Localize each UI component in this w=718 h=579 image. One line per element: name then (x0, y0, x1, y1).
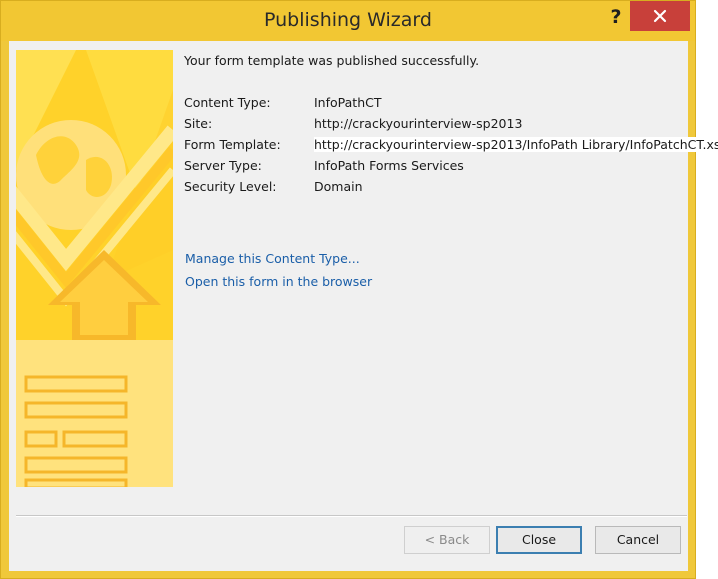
close-window-button[interactable] (630, 1, 690, 31)
wizard-banner-image (16, 50, 173, 487)
detail-label: Content Type: (184, 95, 271, 110)
publishing-wizard-window: Publishing Wizard ? Your form template w… (0, 0, 718, 579)
detail-label: Form Template: (184, 137, 281, 152)
detail-value: Domain (314, 179, 363, 194)
detail-label: Site: (184, 116, 213, 131)
title-bar[interactable]: Publishing Wizard ? (1, 1, 695, 41)
detail-label: Security Level: (184, 179, 277, 194)
window-title: Publishing Wizard (264, 9, 432, 31)
cancel-button[interactable]: Cancel (595, 526, 681, 554)
back-button[interactable]: < Back (404, 526, 490, 554)
detail-label: Server Type: (184, 158, 262, 173)
detail-value: InfoPath Forms Services (314, 158, 464, 173)
close-button[interactable]: Close (496, 526, 582, 554)
open-in-browser-link[interactable]: Open this form in the browser (185, 274, 372, 289)
manage-content-type-link[interactable]: Manage this Content Type... (185, 251, 360, 266)
footer-divider-highlight (16, 516, 687, 517)
help-icon[interactable]: ? (605, 5, 627, 29)
dialog-client-area: Your form template was published success… (9, 41, 718, 571)
detail-value: InfoPathCT (314, 95, 382, 110)
success-message: Your form template was published success… (184, 53, 480, 68)
close-icon (653, 9, 667, 23)
form-template-path-field[interactable]: http://crackyourinterview-sp2013/InfoPat… (314, 137, 718, 152)
detail-value: http://crackyourinterview-sp2013 (314, 116, 523, 131)
